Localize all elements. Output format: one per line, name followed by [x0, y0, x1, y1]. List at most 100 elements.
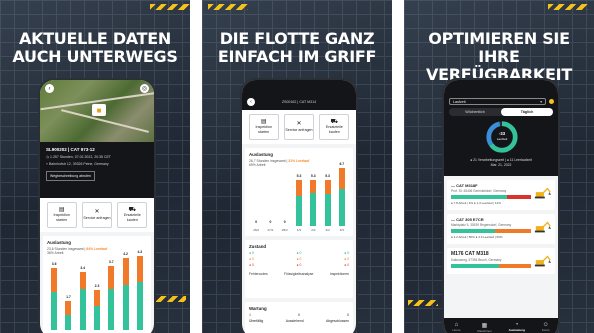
nav-machines[interactable]: ▦ Maschinen [477, 322, 492, 333]
bar-idle-segment [94, 290, 100, 306]
bottom-nav: ⌂ Home ▦ Maschinen ◔ Auslastung ☺ Konto [444, 318, 558, 333]
bar-category-label: 27/2 [267, 228, 274, 232]
wrench-icon: ✕ [296, 121, 302, 128]
state-columns: Fehlercodes Flüssigkeitsanalyse Inspektion… [249, 272, 349, 276]
tab-weekly[interactable]: Wöchentlich [449, 108, 501, 116]
route-button[interactable]: Wegbeschreibung abrufen [46, 171, 95, 181]
metric-select[interactable]: Laufzeit ▾ [449, 98, 546, 105]
promo-panel-3: OPTIMIEREN SIE IHRE VERFÜGBARKEIT Laufzei… [404, 0, 594, 333]
usage-title: Auslastung [47, 240, 71, 245]
bar-work-segment [122, 285, 129, 330]
hours-row: ◷ 1.257 Stunden, 07.02.2022, 20:35 CET [46, 155, 111, 159]
machine-title: ZS00162 | CAT M314 [281, 100, 317, 104]
cart-icon: ⛟ [330, 119, 339, 126]
promo-panel-1: AKTUELLE DATEN AUCH UNTERWEGS ■ ‹ ◎ SL900… [0, 0, 190, 333]
inspection-button[interactable]: ▤ Inspektion starten [248, 114, 279, 140]
bar-idle-segment [65, 300, 72, 315]
usage-bar-chart: 0 26/2 0 27/2 0 28/2 5.3 1/3 5.3 2/3 5.3 3/3 6.7 4/3 [249, 162, 349, 232]
locate-icon[interactable]: ◎ [140, 84, 149, 93]
bar-category-label: 1/3 [296, 228, 302, 232]
state-row: ● 0 ● 0 ● 0 [249, 257, 349, 261]
bar-work-segment [79, 288, 86, 330]
excavator-icon [534, 187, 552, 199]
promo-panel-2: DIE FLOTTE GANZ EINFACH IM GRIFF ‹ ZS0016… [202, 0, 392, 333]
back-icon[interactable]: ‹ [247, 98, 255, 106]
machine-card[interactable]: — CAT 305 E7CR Marktplatz 5, 30539 Regen… [447, 214, 555, 244]
runtime-bar: 8.5 [451, 228, 541, 233]
back-icon[interactable]: ‹ [45, 84, 54, 93]
chart-bar: 3.43/3 [79, 266, 86, 333]
headline: OPTIMIEREN SIE IHRE VERFÜGBARKEIT [426, 29, 572, 84]
parts-button[interactable]: ⛟ Ersatzteile kaufen [319, 114, 350, 140]
document-icon: ▤ [58, 207, 65, 214]
machine-pin-icon[interactable]: ■ [92, 104, 106, 116]
map-view[interactable]: ■ ‹ ◎ [40, 80, 154, 142]
service-button[interactable]: ✕ Service anfragen [81, 202, 112, 228]
bar-category-label: 28/2 [281, 228, 288, 232]
chart-bar: 4.37/3 [136, 250, 143, 333]
bar-category-label: 26/2 [253, 228, 260, 232]
bar-value-label: 3.6 [51, 262, 57, 267]
excavator-icon [534, 255, 552, 267]
tab-daily[interactable]: Täglich [501, 108, 553, 116]
bar-work-segment [296, 195, 302, 226]
inspection-button[interactable]: ▤ Inspektion starten [46, 202, 77, 228]
nav-home[interactable]: ⌂ Home [452, 322, 460, 332]
service-button[interactable]: ✕ Service anfragen [283, 114, 314, 140]
bar-value-label: 1.7 [66, 294, 71, 299]
period-toggle: Wöchentlich Täglich [449, 108, 553, 116]
chart-bar: 3.75/3 [108, 260, 115, 333]
bar-work-segment [338, 188, 345, 226]
chart-bar: 5.3 2/3 [310, 174, 317, 232]
filter-icon[interactable] [549, 99, 554, 104]
nav-usage[interactable]: ◔ Auslastung [509, 322, 525, 332]
parts-button[interactable]: ⛟ Ersatzteile kaufen [117, 202, 148, 228]
bar-category-label: 3/3 [325, 228, 330, 232]
usage-card: Auslastung 26,7 Stunden insgesamt | 31% … [245, 148, 353, 236]
bar-idle-segment [324, 180, 331, 194]
maintenance-values: 400 [249, 313, 349, 317]
bar-value-label: 4.3 [137, 250, 143, 255]
hazard-stripes [150, 4, 190, 10]
cart-icon: ⛟ [128, 207, 137, 214]
bar-value-label: 4.2 [123, 251, 128, 256]
excavator-icon [534, 221, 552, 233]
bar-idle-segment [310, 180, 317, 194]
machine-card[interactable]: — CAT M318F Prof. St. 45406 Gemnkeldorf,… [447, 180, 555, 210]
bar-work-segment [310, 193, 317, 226]
bar-value-label: 3.4 [80, 265, 86, 270]
chart-bar: 2.34/3 [94, 284, 100, 333]
state-row: ● 0 ● 0 ● 0 [249, 263, 349, 267]
bar-idle-segment [338, 168, 345, 189]
wrench-icon: ✕ [94, 209, 100, 216]
bar-work-segment [136, 281, 143, 330]
maintenance-labels: Überfällig Ausstehend Abgeschlossen [249, 319, 349, 323]
bar-value-label: 2.3 [94, 284, 100, 289]
hazard-stripes [408, 300, 438, 306]
runtime-legend: ● 21 Verarbeitungszeit | ● 11 Leerlaufze… [470, 158, 532, 167]
machine-card[interactable]: M176 CAT M318 Kakuswerg, 57394 Bruch, Ge… [447, 248, 555, 274]
state-title: Zustand [249, 244, 267, 249]
runtime-header: Laufzeit ▾ Wöchentlich Täglich -33 Laufzei… [444, 80, 558, 176]
machines-icon: ▦ [481, 322, 488, 329]
chart-bar: 4.26/3 [122, 252, 129, 333]
usage-card: Auslastung 23,6 Stunden insgesamt | 64% … [43, 236, 151, 333]
usage-title: Auslastung [249, 152, 273, 157]
bar-value-label: 5.3 [310, 174, 316, 179]
phone-frame: ‹ ZS00162 | CAT M314 ▤ Inspektion starten… [240, 78, 358, 333]
nav-account[interactable]: ☺ Konto [542, 322, 550, 332]
bar-idle-segment [79, 271, 86, 289]
bar-work-segment [324, 193, 331, 226]
bar-work-segment [51, 292, 58, 330]
bar-idle-segment [136, 256, 143, 282]
top-bar: ‹ ZS00162 | CAT M314 [242, 80, 356, 110]
bar-value-label: 5.3 [296, 174, 302, 179]
bar-idle-segment [296, 180, 302, 196]
bar-value-label: 0 [255, 220, 258, 224]
bar-idle-segment [108, 266, 115, 289]
maintenance-title: Wartung [249, 306, 267, 311]
runtime-bar: 9.1 [451, 194, 541, 199]
bar-category-label: 4/3 [339, 228, 344, 232]
machine-title: SL900202 | CAT 973-12 [46, 147, 95, 152]
headline: AKTUELLE DATEN AUCH UNTERWEGS [12, 29, 178, 66]
